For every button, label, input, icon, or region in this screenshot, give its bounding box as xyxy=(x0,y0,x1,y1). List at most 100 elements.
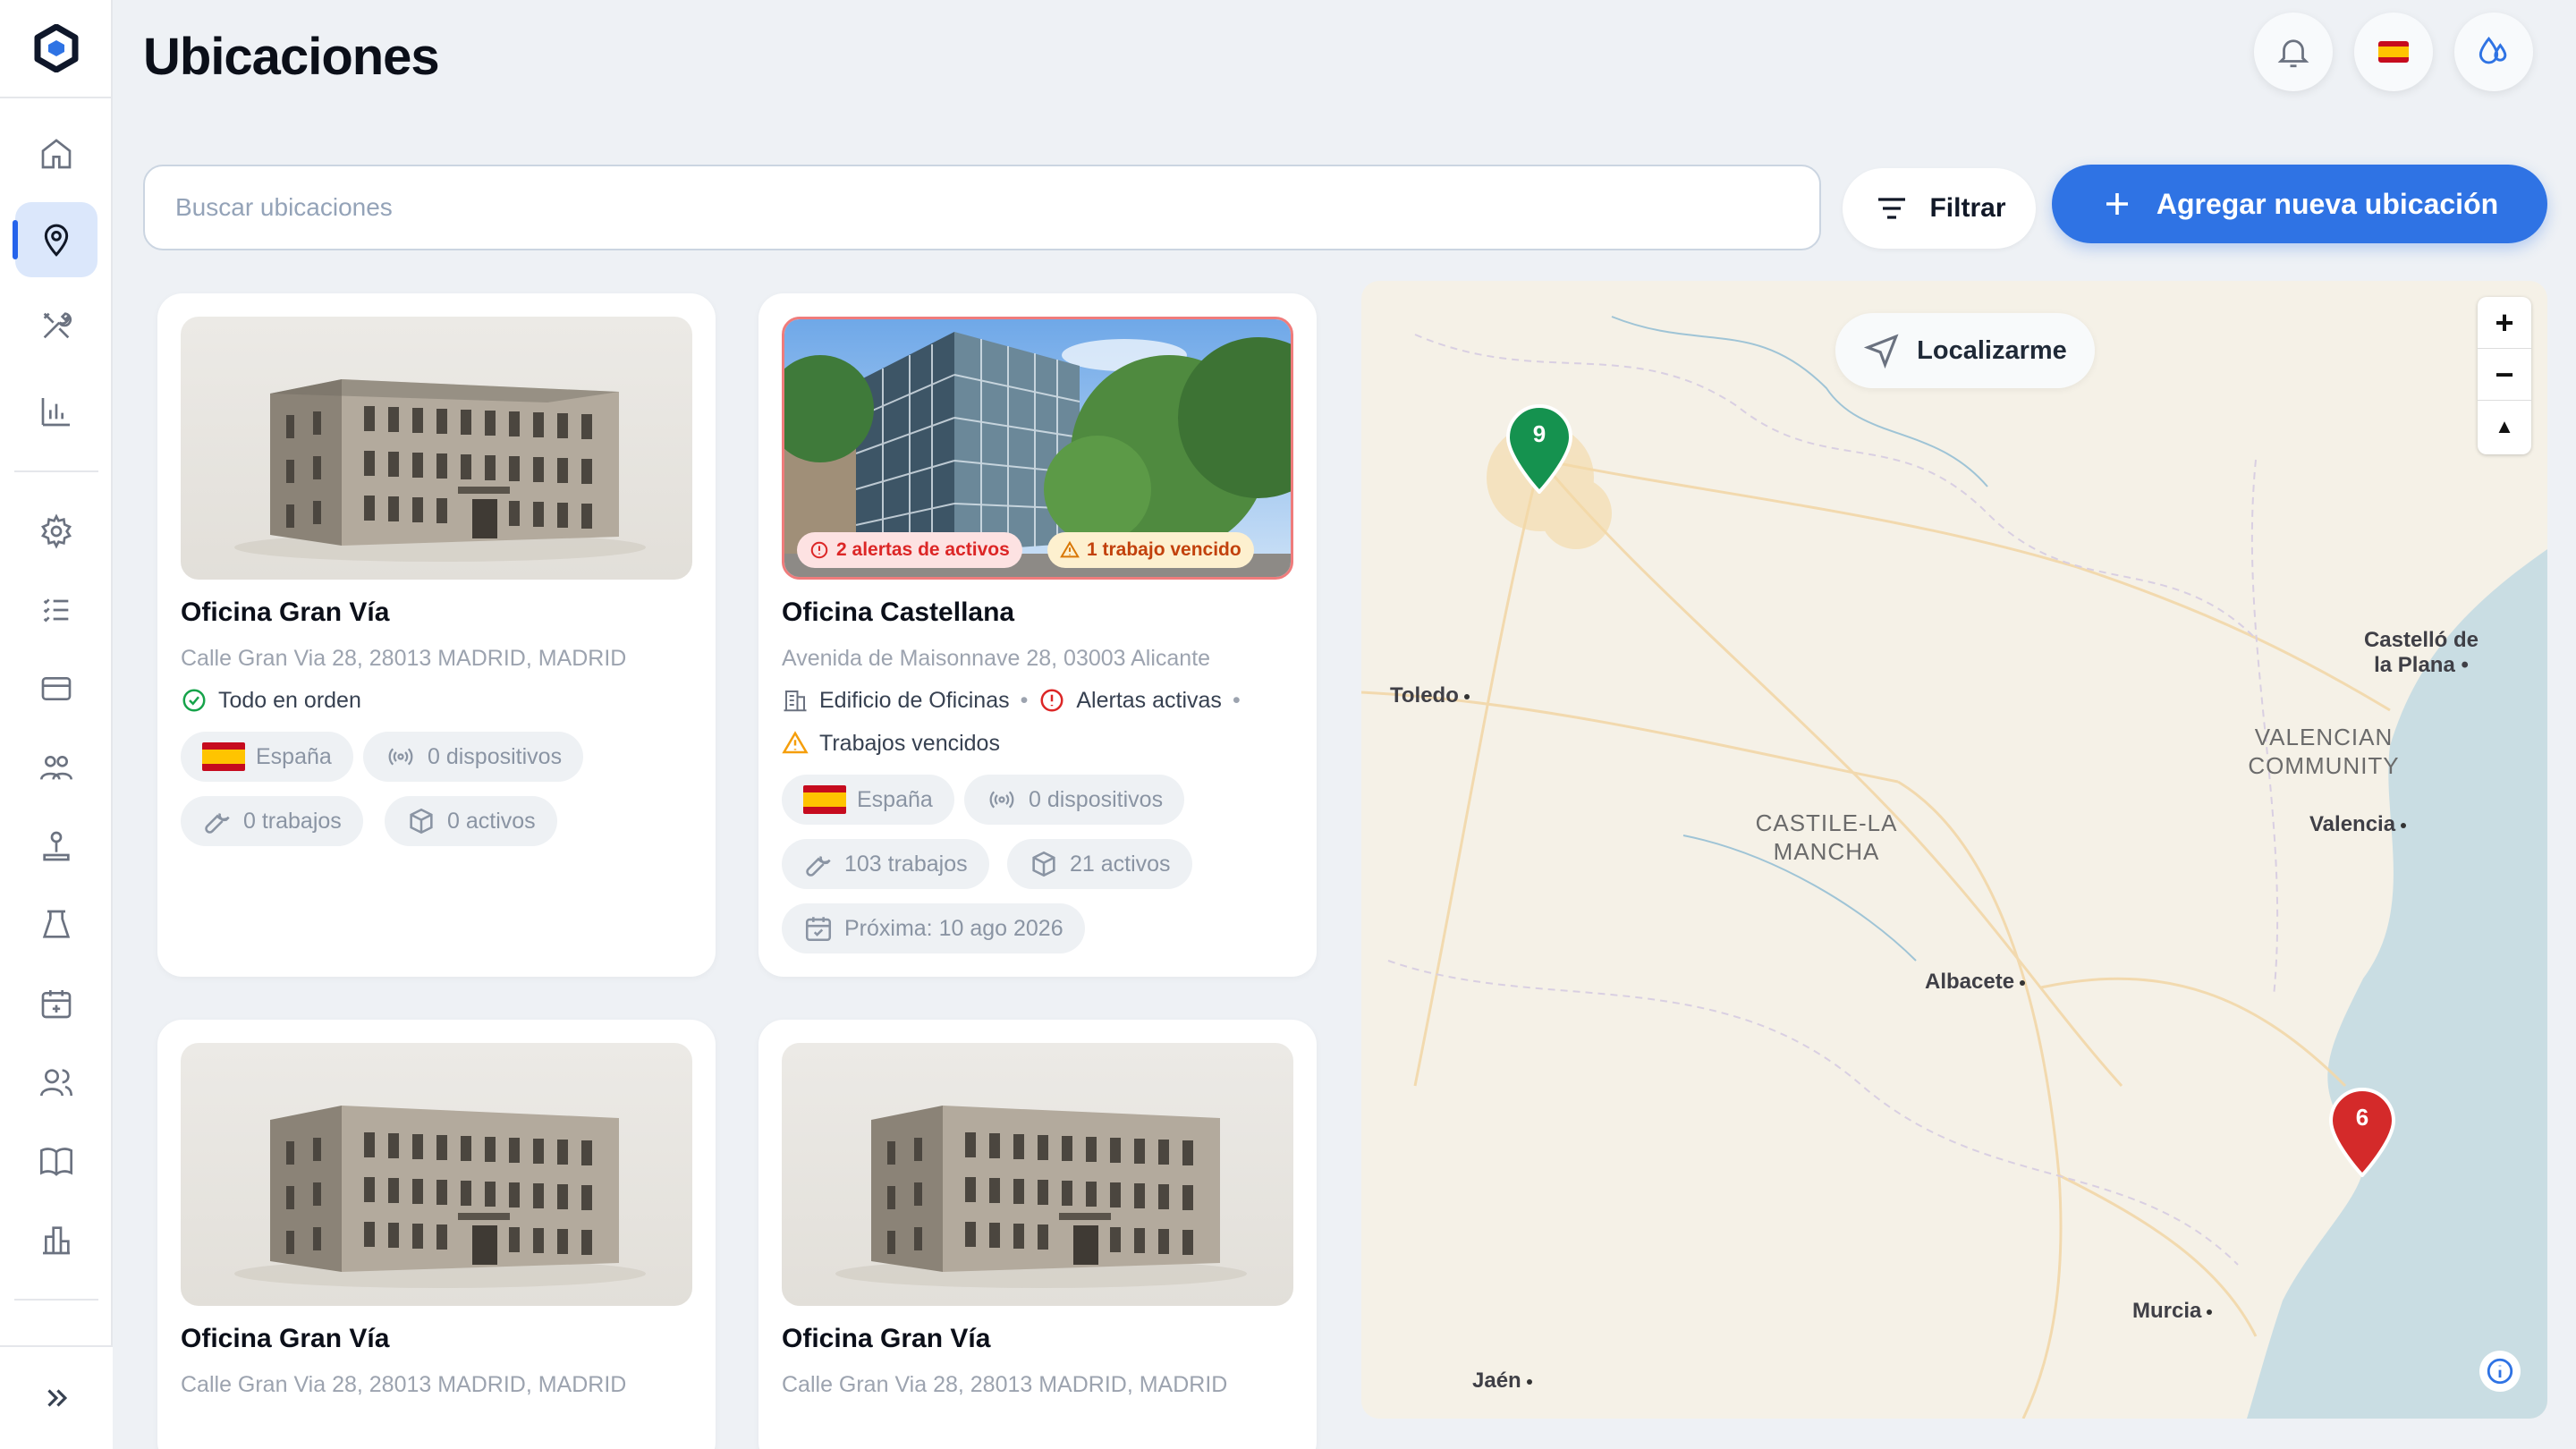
devices-chip: 0 dispositivos xyxy=(964,775,1185,825)
search-input[interactable] xyxy=(175,193,1819,222)
alert-circle-icon xyxy=(810,541,828,559)
assets-chip: 21 activos xyxy=(1007,839,1192,889)
building-image xyxy=(181,317,692,580)
sidebar-item-docs[interactable] xyxy=(15,1123,97,1199)
location-card[interactable]: Oficina Gran Vía Calle Gran Via 28, 2801… xyxy=(157,293,716,977)
sidebar-item-lab[interactable] xyxy=(15,887,97,962)
warning-icon xyxy=(1060,540,1080,558)
alerts-active: Alertas activas xyxy=(1076,687,1222,713)
calendar-icon xyxy=(41,990,72,1019)
next-date-label: Próxima: 10 ago 2026 xyxy=(844,915,1063,941)
devices-label: 0 dispositivos xyxy=(1029,786,1164,812)
location-card[interactable]: Oficina Gran Vía Calle Gran Via 28, 2801… xyxy=(758,1020,1317,1449)
app-logo[interactable] xyxy=(0,0,113,98)
theme-button[interactable] xyxy=(2454,13,2533,91)
map-marker-icon xyxy=(2328,1088,2396,1178)
jobs-chip: 0 trabajos xyxy=(181,796,363,846)
filter-icon xyxy=(1878,198,1906,219)
alerts-badge: 2 alertas de activos xyxy=(797,532,1022,568)
sidebar-item-buildings[interactable] xyxy=(15,1202,97,1277)
assets-label: 0 activos xyxy=(447,808,536,834)
zoom-out-button[interactable]: − xyxy=(2478,349,2531,401)
add-location-label: Agregar nueva ubicación xyxy=(2156,187,2499,220)
bell-icon xyxy=(2277,39,2309,68)
wrench-icon xyxy=(205,813,230,834)
team-icon xyxy=(40,756,72,780)
overdue-text: Trabajos vencidos xyxy=(819,730,1000,756)
drops-icon xyxy=(2479,37,2507,64)
sidebar xyxy=(0,0,113,1449)
map-view[interactable]: Localizarme + − ▲ 9 6 Toledo Castelló de… xyxy=(1361,281,2547,1419)
city-label: Valencia xyxy=(2309,812,2406,837)
filter-button[interactable]: Filtrar xyxy=(1843,168,2036,249)
pin-count: 9 xyxy=(1532,420,1546,447)
sidebar-item-billing[interactable] xyxy=(15,651,97,726)
country-chip: España xyxy=(782,775,954,825)
country-label: España xyxy=(256,743,332,769)
map-pin-green[interactable]: 9 xyxy=(1504,404,1574,495)
sidebar-expand-button[interactable] xyxy=(0,1345,113,1449)
double-chevron-right-icon xyxy=(47,1389,68,1407)
settings-icon xyxy=(41,513,72,549)
notifications-button[interactable] xyxy=(2254,13,2333,91)
sidebar-item-settings[interactable] xyxy=(15,494,97,569)
info-icon xyxy=(2487,1358,2513,1385)
card-title: Oficina Gran Vía xyxy=(782,1324,991,1353)
card-title: Oficina Gran Vía xyxy=(181,1324,390,1353)
devices-chip: 0 dispositivos xyxy=(363,732,584,782)
sidebar-item-checklists[interactable] xyxy=(15,572,97,648)
status-text: Todo en orden xyxy=(218,687,361,713)
jobs-label: 103 trabajos xyxy=(844,851,968,877)
separator-dot: • xyxy=(1020,687,1029,713)
spain-flag-icon xyxy=(2378,41,2409,63)
sidebar-divider xyxy=(14,470,98,472)
navigation-arrow-icon xyxy=(1864,334,1899,369)
sidebar-item-reports[interactable] xyxy=(15,374,97,449)
sidebar-item-home[interactable] xyxy=(15,116,97,191)
alert-circle-icon xyxy=(1040,689,1063,712)
locate-me-button[interactable]: Localizarme xyxy=(1835,313,2095,388)
card-title: Oficina Castellana xyxy=(782,597,1015,627)
building-type: Edificio de Oficinas xyxy=(819,687,1010,713)
spain-flag-icon xyxy=(803,785,846,814)
map-marker-icon xyxy=(1505,404,1573,495)
building-photo: 2 alertas de activos 1 trabajo vencido xyxy=(782,317,1293,580)
add-location-button[interactable]: Agregar nueva ubicación xyxy=(2052,165,2547,243)
region-label: CASTILE-LA MANCHA xyxy=(1755,809,1898,865)
sidebar-item-users[interactable] xyxy=(15,1045,97,1120)
sidebar-item-tools[interactable] xyxy=(15,288,97,363)
jobs-chip: 103 trabajos xyxy=(782,839,989,889)
language-button[interactable] xyxy=(2354,13,2433,91)
map-pin-red[interactable]: 6 xyxy=(2327,1088,2397,1178)
pin-count: 6 xyxy=(2355,1104,2369,1131)
buildings-icon xyxy=(43,1226,70,1255)
lab-icon xyxy=(42,910,71,938)
building-illustration xyxy=(234,379,646,562)
users-icon xyxy=(40,1069,72,1097)
city-label: Castelló de la Plana • xyxy=(2363,628,2479,677)
search-box[interactable] xyxy=(143,165,1821,250)
location-card[interactable]: Oficina Gran Vía Calle Gran Via 28, 2801… xyxy=(157,1020,716,1449)
assets-chip: 0 activos xyxy=(385,796,557,846)
zoom-in-button[interactable]: + xyxy=(2478,297,2531,349)
overdue-badge-label: 1 trabajo vencido xyxy=(1087,539,1241,560)
compass-button[interactable]: ▲ xyxy=(2478,401,2531,453)
city-label: Albacete xyxy=(1925,970,2025,995)
city-label: Toledo xyxy=(1390,683,1470,708)
page-title: Ubicaciones xyxy=(143,28,440,86)
location-pin-icon xyxy=(44,224,69,257)
sidebar-item-locations[interactable] xyxy=(13,202,97,277)
sidebar-item-calendar[interactable] xyxy=(15,966,97,1041)
logo-icon xyxy=(34,24,79,72)
checklist-icon xyxy=(43,598,69,623)
map-info-button[interactable] xyxy=(2479,1351,2521,1392)
sidebar-item-teams[interactable] xyxy=(15,730,97,805)
book-icon xyxy=(40,1148,72,1176)
sidebar-item-controls[interactable] xyxy=(15,809,97,884)
location-card[interactable]: 2 alertas de activos 1 trabajo vencido O… xyxy=(758,293,1317,977)
zoom-controls: + − ▲ xyxy=(2478,297,2531,454)
city-label: Murcia xyxy=(2132,1299,2212,1324)
assets-label: 21 activos xyxy=(1070,851,1171,877)
building-icon xyxy=(784,691,807,712)
filter-label: Filtrar xyxy=(1929,193,2006,223)
